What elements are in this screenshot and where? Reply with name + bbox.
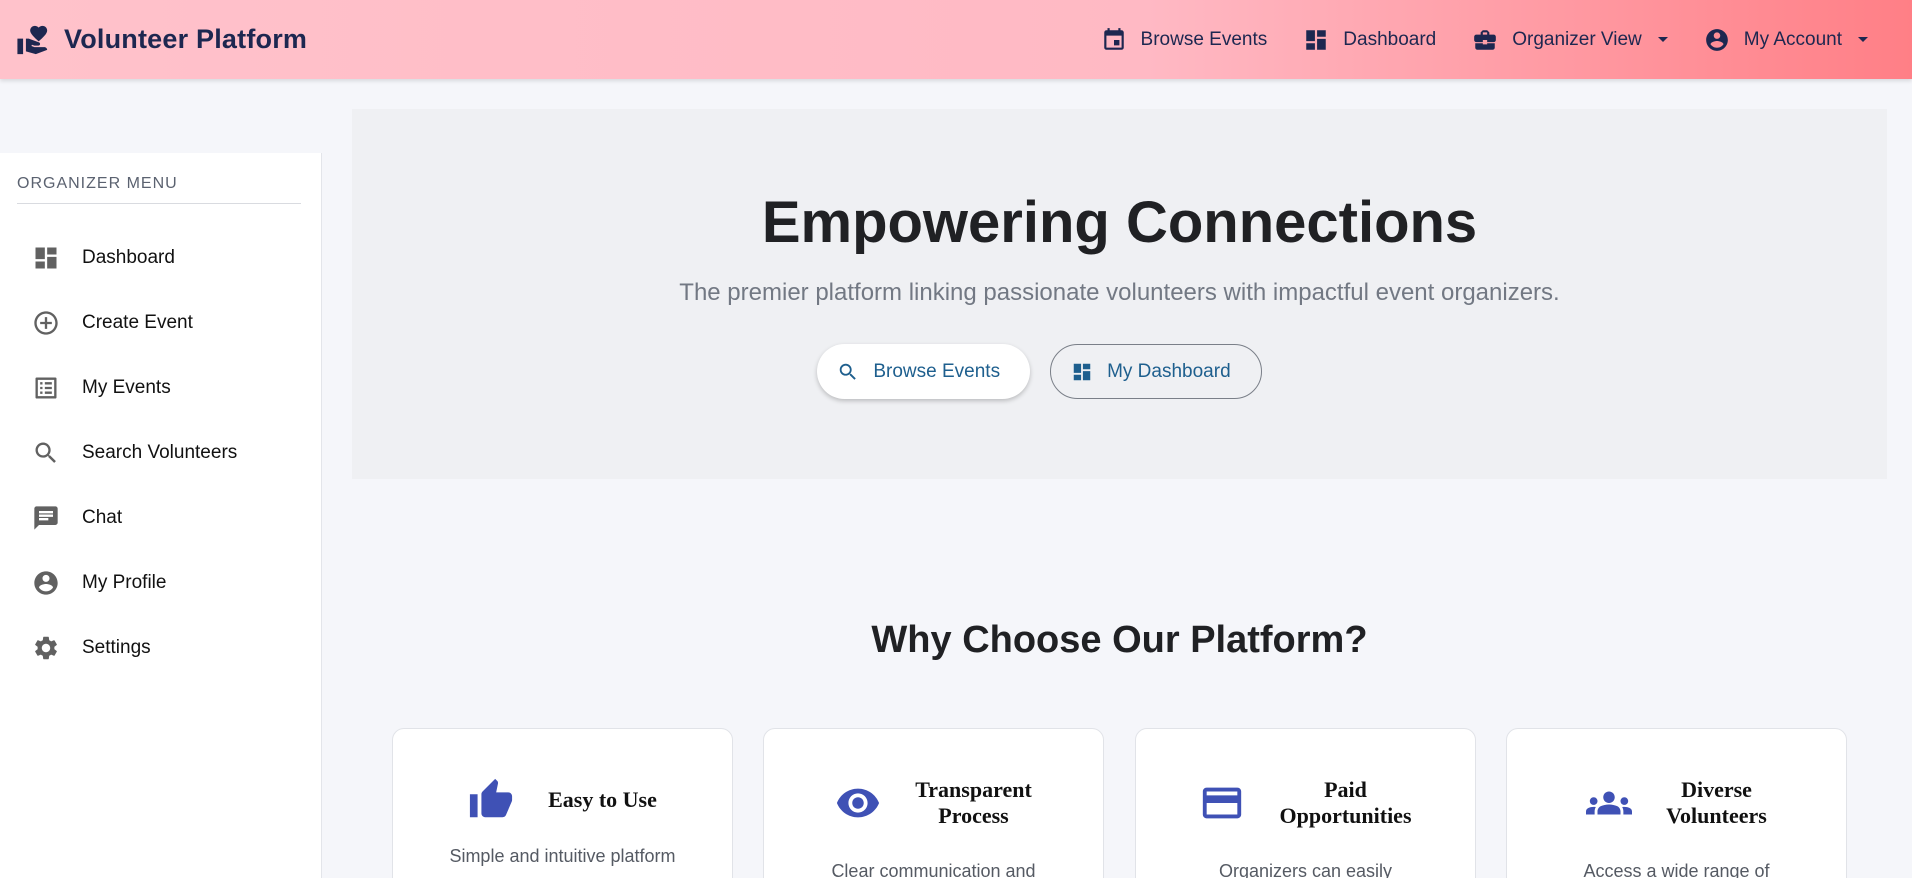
- search-icon: [35, 442, 56, 463]
- my-dashboard-button[interactable]: My Dashboard: [1050, 344, 1262, 399]
- sidebar-item-search-volunteers[interactable]: Search Volunteers: [0, 420, 322, 485]
- my-dashboard-button-label: My Dashboard: [1107, 360, 1231, 382]
- groups-icon: [1586, 791, 1633, 815]
- sidebar-menu: Dashboard Create Event My Events Search …: [0, 225, 322, 680]
- feature-card-title-line: Process: [938, 803, 1009, 828]
- app-title: Volunteer Platform: [64, 24, 308, 54]
- top-app-bar: Volunteer Platform Browse Events Dashboa…: [0, 0, 1912, 79]
- feature-card-title-line: Transparent: [915, 777, 1032, 802]
- sidebar-item-label: My Profile: [82, 571, 167, 593]
- feature-card-header: Easy to Use: [393, 777, 732, 823]
- top-nav: Browse Events Dashboard Organizer View M…: [1083, 0, 1886, 79]
- sidebar-item-settings[interactable]: Settings: [0, 615, 322, 680]
- feature-card-description: Access a wide range of: [1583, 861, 1770, 878]
- sidebar-item-label: Settings: [82, 636, 151, 658]
- nav-my-account[interactable]: My Account: [1686, 0, 1886, 79]
- feature-card-description: Organizers can easily: [1218, 861, 1393, 878]
- eye-icon: [837, 788, 880, 818]
- sidebar-item-label: My Events: [82, 376, 171, 398]
- feature-card-header: Diverse Volunteers: [1507, 777, 1846, 829]
- calendar-icon: [1103, 27, 1124, 50]
- dashboard-icon: [35, 247, 57, 268]
- briefcase-icon: [1474, 29, 1497, 50]
- feature-card-title-line: Volunteers: [1666, 803, 1767, 828]
- list-icon: [35, 377, 57, 398]
- sidebar-item-label: Create Event: [82, 311, 193, 333]
- gear-icon: [35, 636, 57, 659]
- feature-card-title: Easy to Use: [548, 787, 657, 813]
- sidebar-item-dashboard[interactable]: Dashboard: [0, 225, 322, 290]
- add-circle-icon: [34, 310, 58, 335]
- feature-card-transparent-process: Transparent Process Clear communication …: [763, 728, 1104, 878]
- nav-organizer-view-label: Organizer View: [1512, 28, 1642, 50]
- sidebar-item-my-profile[interactable]: My Profile: [0, 550, 322, 615]
- feature-card-title: Paid Opportunities: [1279, 777, 1411, 829]
- sidebar-heading: ORGANIZER MENU: [17, 175, 178, 192]
- sidebar-item-create-event[interactable]: Create Event: [0, 290, 322, 355]
- feature-card-description: Simple and intuitive platform: [449, 846, 676, 866]
- search-icon: [840, 363, 857, 380]
- nav-browse-events-label: Browse Events: [1140, 28, 1268, 50]
- feature-card-easy-to-use: Easy to Use Simple and intuitive platfor…: [392, 728, 733, 878]
- sidebar-item-chat[interactable]: Chat: [0, 485, 322, 550]
- hero-title: Empowering Connections: [761, 190, 1478, 255]
- account-circle-icon: [1705, 28, 1728, 51]
- feature-card-title-line: Diverse: [1681, 777, 1752, 802]
- sidebar-item-my-events[interactable]: My Events: [0, 355, 322, 420]
- chevron-down-icon: [1657, 37, 1668, 42]
- feature-card-header: Paid Opportunities: [1136, 777, 1475, 829]
- browse-events-button-label: Browse Events: [873, 360, 1001, 382]
- feature-card-title: Transparent Process: [915, 777, 1032, 829]
- hero-subtitle: The premier platform linking passionate …: [679, 279, 1560, 306]
- sidebar-item-label: Chat: [82, 506, 123, 528]
- nav-dashboard[interactable]: Dashboard: [1285, 0, 1454, 79]
- account-circle-icon: [34, 570, 58, 595]
- dashboard-icon: [1306, 29, 1327, 50]
- browse-events-button[interactable]: Browse Events: [817, 344, 1031, 399]
- credit-card-icon: [1203, 787, 1242, 819]
- nav-organizer-view[interactable]: Organizer View: [1454, 0, 1686, 79]
- feature-card-title: Diverse Volunteers: [1666, 777, 1767, 829]
- organizer-sidebar: ORGANIZER MENU Dashboard Create Event My…: [0, 153, 322, 878]
- sidebar-item-label: Dashboard: [82, 246, 175, 268]
- feature-card-diverse-volunteers: Diverse Volunteers Access a wide range o…: [1506, 728, 1847, 878]
- feature-card-header: Transparent Process: [764, 777, 1103, 829]
- nav-my-account-label: My Account: [1743, 28, 1842, 50]
- feature-card-description: Clear communication and: [831, 861, 1036, 878]
- volunteer-hand-heart-icon: [17, 25, 48, 54]
- feature-card-title-line: Opportunities: [1279, 803, 1412, 828]
- features-heading: Why Choose Our Platform?: [871, 619, 1368, 661]
- divider: [17, 203, 301, 204]
- feature-card-title-line: Paid: [1324, 777, 1367, 802]
- dashboard-icon: [1073, 363, 1091, 380]
- hero-actions: Browse Events My Dashboard: [352, 344, 1887, 399]
- feature-cards: Easy to Use Simple and intuitive platfor…: [392, 728, 1847, 878]
- feature-card-paid-opportunities: Paid Opportunities Organizers can easily: [1135, 728, 1476, 878]
- sidebar-item-label: Search Volunteers: [82, 441, 238, 463]
- thumbs-up-icon: [470, 778, 513, 818]
- chat-icon: [34, 505, 58, 530]
- chevron-down-icon: [1858, 37, 1868, 42]
- hero-section: Empowering Connections The premier platf…: [352, 109, 1887, 479]
- brand[interactable]: Volunteer Platform: [16, 0, 307, 79]
- nav-dashboard-label: Dashboard: [1343, 28, 1437, 50]
- feature-card-title-line: Easy to Use: [548, 787, 657, 812]
- nav-browse-events[interactable]: Browse Events: [1083, 0, 1286, 79]
